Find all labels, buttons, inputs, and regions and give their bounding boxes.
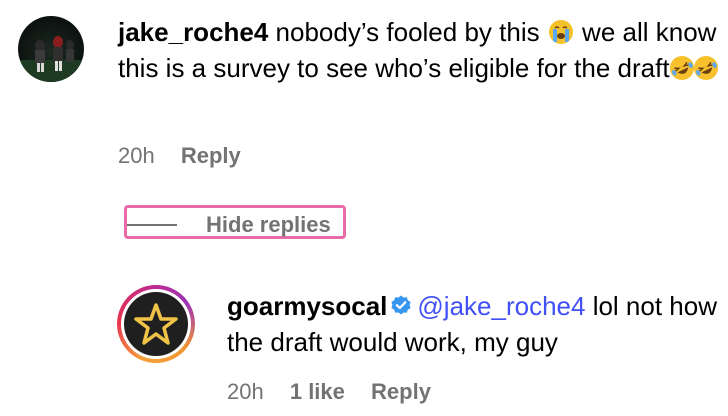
rolling-on-floor-laughing-icon	[689, 52, 722, 84]
loudly-crying-face-icon	[548, 20, 573, 44]
comment-meta: 20h Reply	[118, 143, 241, 169]
reply-meta: 20h 1 like Reply	[227, 379, 431, 405]
comment-timestamp: 20h	[118, 143, 155, 168]
comment-body: jake_roche4 nobody’s fooled by this we a…	[118, 14, 722, 86]
reply-reply-button[interactable]: Reply	[371, 379, 431, 404]
comment-reply-button[interactable]: Reply	[181, 143, 241, 168]
hide-replies-button[interactable]: Hide replies	[124, 205, 346, 239]
reply-username[interactable]: goarmysocal	[227, 291, 387, 321]
football-photo-icon	[18, 36, 84, 82]
comment-username[interactable]: jake_roche4	[118, 17, 268, 47]
comment-text-part1: nobody’s fooled by this	[268, 17, 547, 47]
replies-divider-line	[127, 224, 177, 226]
reply-avatar[interactable]	[117, 285, 195, 363]
reply-body: goarmysocal @jake_roche4 lol not how the …	[227, 288, 722, 360]
reply-timestamp: 20h	[227, 379, 264, 404]
verified-badge-icon	[391, 295, 412, 315]
hide-replies-label: Hide replies	[206, 212, 331, 237]
commenter-avatar[interactable]	[18, 16, 84, 82]
reply-mention-link[interactable]: @jake_roche4	[417, 291, 585, 321]
gold-star-icon	[134, 303, 178, 345]
reply-likes-count[interactable]: 1 like	[290, 379, 345, 404]
